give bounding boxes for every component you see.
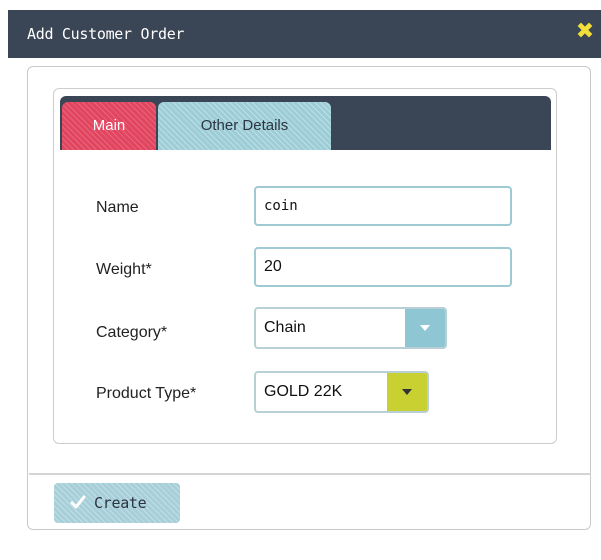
chevron-down-icon xyxy=(402,389,412,395)
product-type-dropdown-button[interactable] xyxy=(387,373,427,411)
create-button[interactable]: Create xyxy=(54,483,180,523)
category-value: Chain xyxy=(264,319,306,336)
footer-divider xyxy=(29,473,591,475)
category-dropdown-button[interactable] xyxy=(405,309,445,347)
tab-other-details[interactable]: Other Details xyxy=(158,102,331,150)
category-select[interactable]: Chain xyxy=(254,307,447,349)
name-input[interactable] xyxy=(254,186,512,226)
dialog-titlebar: Add Customer Order ✖ xyxy=(8,10,601,58)
name-label: Name xyxy=(96,199,139,216)
close-icon[interactable]: ✖ xyxy=(573,20,597,44)
create-button-label: Create xyxy=(94,494,147,512)
check-icon xyxy=(70,495,86,509)
chevron-down-icon xyxy=(420,325,430,331)
category-label: Category* xyxy=(96,324,168,341)
product-type-select[interactable]: GOLD 22K xyxy=(254,371,429,413)
weight-input[interactable] xyxy=(254,247,512,287)
dialog-title: Add Customer Order xyxy=(27,25,185,43)
add-customer-order-dialog: Add Customer Order ✖ Main Other Details … xyxy=(8,10,601,546)
tab-main[interactable]: Main xyxy=(62,102,156,150)
tab-bar: Main Other Details xyxy=(60,96,551,150)
form-panel: Main Other Details Name Weight* Category… xyxy=(53,88,557,444)
product-type-value: GOLD 22K xyxy=(264,383,343,400)
product-type-label: Product Type* xyxy=(96,385,197,402)
weight-label: Weight* xyxy=(96,261,152,278)
dialog-body: Main Other Details Name Weight* Category… xyxy=(27,66,591,530)
